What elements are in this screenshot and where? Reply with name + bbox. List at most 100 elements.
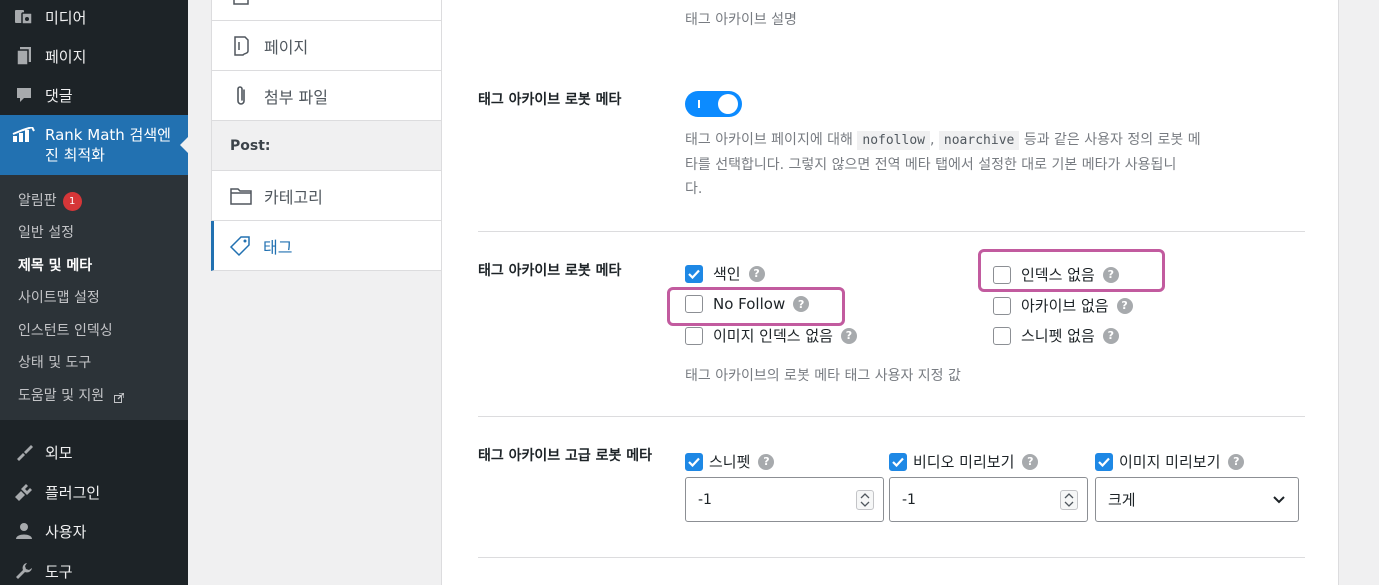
submenu-item-general[interactable]: 일반 설정 [18, 222, 74, 242]
checkbox-unchecked-icon [993, 326, 1011, 345]
tag-archive-description-help: 태그 아카이브 설명 [685, 12, 797, 28]
tab-label: 첨부 파일 [264, 87, 328, 107]
highlight-box-noindex [978, 249, 1165, 292]
help-icon[interactable]: ? [1022, 453, 1039, 470]
menu-item-plugins[interactable]: 플러그인 [0, 474, 188, 510]
user-icon [12, 521, 36, 541]
divider [478, 416, 1305, 417]
help-icon[interactable]: ? [1102, 327, 1119, 344]
checkbox-label: 이미지 인덱스 없음 [713, 327, 833, 345]
tab-attachments[interactable]: 첨부 파일 [211, 71, 442, 121]
page-icon [12, 46, 36, 66]
media-icon [12, 7, 36, 27]
checkbox-index[interactable]: 색인 ? [685, 263, 765, 284]
number-spinner[interactable] [1060, 490, 1078, 510]
submenu-label: 일반 설정 [18, 225, 74, 241]
menu-item-tools[interactable]: 도구 [0, 553, 188, 585]
robots-meta-toggle[interactable] [685, 91, 742, 117]
tab-pages[interactable]: 페이지 [211, 21, 442, 71]
submenu-item-status-tools[interactable]: 상태 및 도구 [18, 352, 91, 372]
checkbox-max-video-preview[interactable]: 비디오 미리보기 ? [889, 451, 1039, 472]
menu-label: Rank Math 검색엔진 최적화 [45, 126, 171, 164]
menu-item-rank-math[interactable]: Rank Math 검색엔진 최적화 [0, 115, 188, 175]
chevron-down-icon [1272, 493, 1286, 511]
description-line: 타를 선택합니다. 그렇지 않으면 전역 메타 탭에서 설정한 대로 기본 메타… [685, 157, 1177, 173]
menu-label: 미디어 [45, 8, 87, 27]
tag-icon [229, 235, 251, 257]
max-image-preview-select[interactable]: 크게 [1095, 477, 1299, 522]
submenu-item-dashboard[interactable]: 알림판 1 [18, 190, 82, 211]
current-menu-arrow [180, 137, 188, 153]
divider [478, 67, 1305, 68]
robots-meta-label: 태그 아카이브 로봇 메타 [478, 263, 622, 279]
checkbox-checked-icon [685, 264, 703, 283]
menu-label: 댓글 [45, 86, 73, 105]
paperclip-icon [230, 85, 252, 107]
submenu-label: 제목 및 메타 [18, 258, 93, 274]
checkbox-label: 스니펫 없음 [1021, 327, 1095, 345]
tab-group-label: Post: [230, 137, 271, 154]
help-icon[interactable]: ? [1228, 453, 1245, 470]
robots-meta-description: 태그 아카이브의 로봇 메타 태그 사용자 지정 값 [685, 368, 961, 384]
description-line: 태그 아카이브 페이지에 대해 nofollow, noarchive 등과 같… [685, 128, 1305, 153]
submenu-label: 인스턴트 인덱싱 [18, 323, 113, 339]
divider [478, 231, 1305, 232]
submenu-label: 도움말 및 지원 [18, 388, 105, 404]
menu-item-users[interactable]: 사용자 [0, 513, 188, 549]
checkbox-checked-icon [1095, 452, 1113, 471]
checkbox-max-snippet[interactable]: 스니펫 ? [685, 451, 775, 472]
code-noarchive: noarchive [938, 131, 1020, 150]
checkbox-noimageindex[interactable]: 이미지 인덱스 없음 ? [685, 325, 857, 346]
description-comma: , [930, 132, 935, 148]
submenu-item-sitemap[interactable]: 사이트맵 설정 [18, 287, 100, 307]
select-value: 크게 [1108, 491, 1136, 509]
rank-math-icon [12, 125, 36, 143]
plugin-icon [12, 482, 36, 502]
submenu-label: 알림판 [18, 193, 57, 209]
input-value: -1 [902, 491, 916, 508]
submenu-item-instant-indexing[interactable]: 인스턴트 인덱싱 [18, 320, 113, 340]
code-nofollow: nofollow [857, 131, 930, 150]
checkbox-label: 이미지 미리보기 [1119, 453, 1221, 471]
submenu-item-help[interactable]: 도움말 및 지원 [18, 385, 125, 405]
menu-item-media[interactable]: 미디어 [0, 0, 188, 35]
menu-label: 페이지 [45, 47, 87, 66]
checkbox-nosnippet[interactable]: 스니펫 없음 ? [993, 325, 1119, 346]
settings-panel: 태그 아카이브 설명 태그 아카이브 로봇 메타 태그 아카이브 페이지에 대해… [441, 0, 1339, 585]
menu-item-pages[interactable]: 페이지 [0, 38, 188, 74]
help-icon[interactable]: ? [1116, 297, 1133, 314]
tab-categories[interactable]: 카테고리 [211, 171, 442, 221]
help-icon[interactable]: ? [758, 453, 775, 470]
help-icon[interactable]: ? [840, 327, 857, 344]
tab-group-post: Post: [211, 121, 442, 171]
submenu-item-titles-meta[interactable]: 제목 및 메타 [18, 255, 92, 275]
admin-sidebar: 미디어 페이지 댓글 Rank Math 검색엔진 최적화 알림판 1 일반 설정… [0, 0, 188, 585]
tab-label: 페이지 [264, 37, 309, 57]
tab-posts[interactable] [211, 0, 442, 21]
comment-icon [12, 85, 36, 105]
max-snippet-input[interactable]: -1 [685, 477, 884, 522]
advanced-robots-label: 태그 아카이브 고급 로봇 메타 [478, 448, 653, 464]
highlight-box-nofollow [667, 287, 845, 326]
number-spinner[interactable] [856, 490, 874, 510]
help-icon[interactable]: ? [748, 265, 765, 282]
description-text: 등과 같은 사용자 정의 로봇 메 [1023, 132, 1201, 148]
robots-meta-toggle-label: 태그 아카이브 로봇 메타 [478, 92, 622, 108]
submenu-label: 상태 및 도구 [18, 355, 92, 371]
menu-label: 사용자 [45, 522, 87, 541]
checkbox-unchecked-icon [993, 296, 1011, 315]
tab-tags[interactable]: 태그 [211, 221, 442, 271]
settings-tabs: 페이지 첨부 파일 Post: 카테고리 태그 [211, 0, 442, 585]
checkbox-max-image-preview[interactable]: 이미지 미리보기 ? [1095, 451, 1245, 472]
menu-item-appearance[interactable]: 외모 [0, 434, 188, 470]
menu-label: 플러그인 [45, 483, 101, 502]
robots-meta-toggle-description: 태그 아카이브 페이지에 대해 nofollow, noarchive 등과 같… [685, 128, 1305, 201]
divider [478, 557, 1305, 558]
tab-label: 태그 [263, 237, 293, 257]
menu-item-comments[interactable]: 댓글 [0, 77, 188, 113]
submenu-label: 사이트맵 설정 [18, 290, 100, 306]
brush-icon [12, 442, 36, 462]
description-line: 다. [685, 181, 703, 197]
max-video-preview-input[interactable]: -1 [889, 477, 1088, 522]
checkbox-noarchive[interactable]: 아카이브 없음 ? [993, 295, 1133, 316]
